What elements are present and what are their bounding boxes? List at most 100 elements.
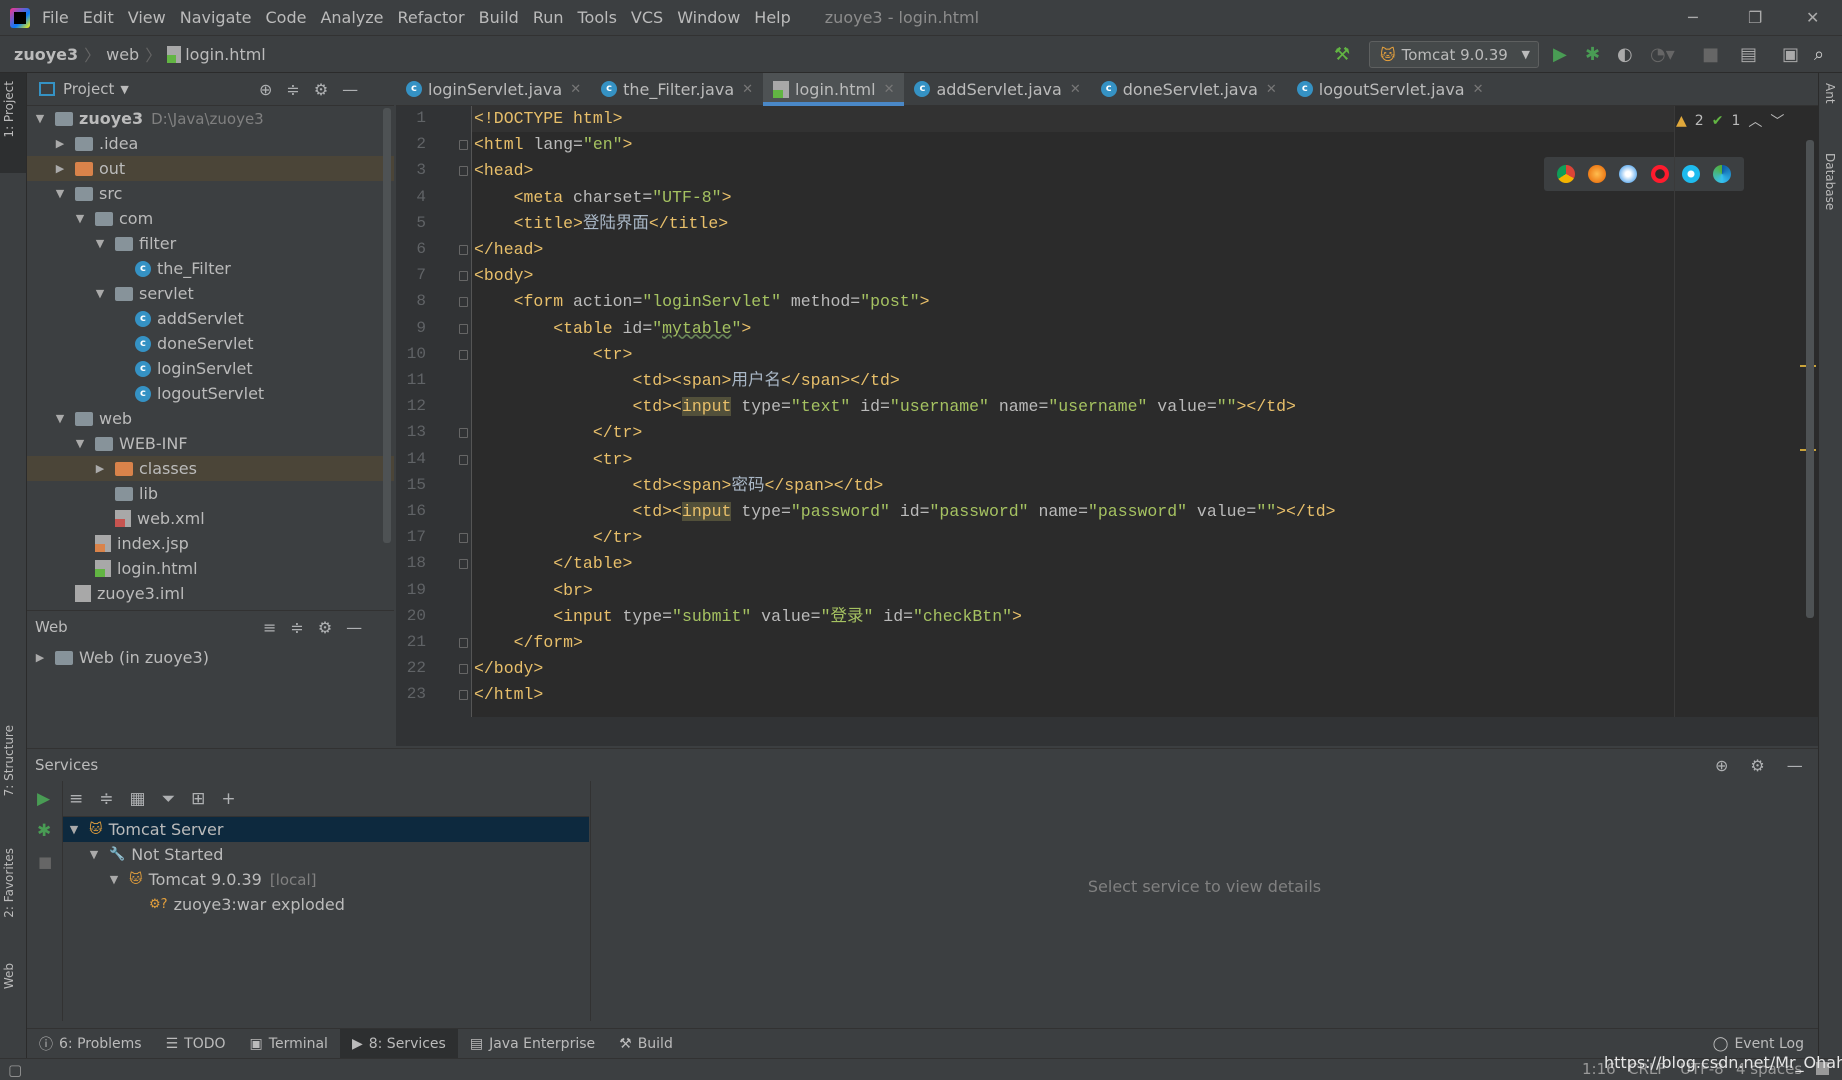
fold-marker-icon[interactable] (459, 166, 468, 177)
hide-icon[interactable]: — (342, 80, 358, 99)
tree-item[interactable]: ▼ com (27, 206, 394, 231)
close-tab-icon[interactable]: ✕ (570, 82, 581, 97)
chrome-icon[interactable] (1556, 165, 1575, 183)
bottom-tab[interactable]: ☰ TODO (154, 1029, 238, 1059)
event-log-button[interactable]: ◯ Event Log (1713, 1036, 1804, 1052)
group-by-icon[interactable]: ▦ (130, 789, 146, 809)
breadcrumb-file[interactable]: login.html (185, 45, 266, 64)
service-item[interactable]: ▼ 🔧 Not Started (63, 842, 589, 867)
tree-item[interactable]: ▶ out (27, 156, 394, 181)
editor-tab[interactable]: c loginServlet.java ✕ (396, 73, 591, 105)
safari-icon[interactable] (1619, 165, 1638, 183)
collapse-all-icon[interactable]: ≑ (290, 618, 303, 637)
menu-view[interactable]: View (128, 8, 166, 27)
menu-help[interactable]: Help (754, 8, 790, 27)
menu-analyze[interactable]: Analyze (320, 8, 383, 27)
tool-tab-structure[interactable]: 7: Structure (2, 725, 16, 796)
search-icon[interactable]: ⌕ (1814, 44, 1824, 65)
menu-refactor[interactable]: Refactor (398, 8, 465, 27)
tree-item[interactable]: lib (27, 481, 394, 506)
next-highlight-icon[interactable]: ﹀ (1770, 111, 1784, 131)
locate-icon[interactable]: ⊕ (1715, 756, 1728, 775)
coverage-icon[interactable]: ◐ (1617, 44, 1633, 65)
breadcrumb-project[interactable]: zuoye3 (14, 45, 78, 64)
run-configuration-select[interactable]: 🐱 Tomcat 9.0.39 ▼ (1369, 41, 1539, 68)
locate-icon[interactable]: ⊕ (259, 80, 272, 99)
editor-tab[interactable]: c logoutServlet.java ✕ (1287, 73, 1494, 105)
fold-marker-icon[interactable] (459, 297, 468, 308)
close-tab-icon[interactable]: ✕ (742, 82, 753, 97)
menu-tools[interactable]: Tools (578, 8, 617, 27)
tree-item[interactable]: c addServlet (27, 306, 394, 331)
close-tab-icon[interactable]: ✕ (1266, 82, 1277, 97)
tool-tab-database[interactable]: Database (1823, 153, 1837, 210)
tree-item[interactable]: ▼ servlet (27, 281, 394, 306)
restore-button[interactable]: ❐ (1748, 8, 1762, 27)
edge-icon[interactable] (1713, 165, 1732, 183)
toggle-tool-windows-icon[interactable]: ▢ (8, 1061, 22, 1079)
menu-edit[interactable]: Edit (83, 8, 114, 27)
tree-item[interactable]: login.html (27, 556, 394, 581)
tree-item[interactable]: c logoutServlet (27, 381, 394, 406)
tree-item[interactable]: ▶ classes (27, 456, 394, 481)
tree-item[interactable]: index.jsp (27, 531, 394, 556)
add-service-icon[interactable]: + (221, 789, 235, 809)
build-hammer-icon[interactable]: ⚒ (1334, 44, 1350, 65)
menu-window[interactable]: Window (677, 8, 740, 27)
tool-tab-ant[interactable]: Ant (1823, 83, 1837, 104)
tree-item[interactable]: c the_Filter (27, 256, 394, 281)
filter-icon[interactable]: ⏷ (162, 789, 176, 809)
fold-marker-icon[interactable] (459, 690, 468, 701)
tree-item[interactable]: web.xml (27, 506, 394, 531)
ie-icon[interactable] (1681, 165, 1700, 183)
gear-icon[interactable]: ⚙ (318, 618, 332, 637)
tree-item[interactable]: zuoye3.iml (27, 581, 394, 606)
menu-file[interactable]: File (42, 8, 69, 27)
menu-vcs[interactable]: VCS (631, 8, 663, 27)
fold-marker-icon[interactable] (459, 664, 468, 675)
project-view-selector[interactable]: Project (63, 80, 114, 98)
tree-item[interactable]: ▼ zuoye3 D:\Java\zuoye3 (27, 106, 394, 131)
menu-navigate[interactable]: Navigate (180, 8, 252, 27)
fold-marker-icon[interactable] (459, 533, 468, 544)
fold-marker-icon[interactable] (459, 323, 468, 334)
breadcrumb-folder[interactable]: web (106, 45, 139, 64)
minimize-button[interactable]: ─ (1688, 8, 1698, 27)
close-tab-icon[interactable]: ✕ (1473, 82, 1484, 97)
menu-build[interactable]: Build (479, 8, 519, 27)
bottom-tab[interactable]: ⓘ 6: Problems (27, 1029, 154, 1059)
expand-all-icon[interactable]: ≡ (263, 618, 276, 637)
bottom-tab[interactable]: ▶ 8: Services (339, 1028, 458, 1059)
fold-marker-icon[interactable] (459, 559, 468, 570)
fold-marker-icon[interactable] (459, 271, 468, 282)
menu-run[interactable]: Run (533, 8, 564, 27)
hide-icon[interactable]: — (1787, 756, 1803, 775)
tool-tab-web[interactable]: Web (2, 963, 16, 989)
opera-icon[interactable] (1650, 165, 1669, 183)
terminal-window-icon[interactable]: ▣ (1782, 44, 1799, 65)
chevron-down-icon[interactable]: ▼ (120, 83, 128, 96)
run-icon[interactable]: ▶ (1553, 44, 1567, 65)
collapse-all-icon[interactable]: ≑ (99, 789, 113, 809)
tree-item[interactable]: ▼ WEB-INF (27, 431, 394, 456)
tool-tab-favorites[interactable]: 2: Favorites (2, 848, 16, 918)
stop-icon[interactable]: ■ (1702, 44, 1719, 65)
fold-marker-icon[interactable] (459, 245, 468, 255)
tree-item[interactable]: ▼ filter (27, 231, 394, 256)
fold-marker-icon[interactable] (459, 140, 468, 151)
tree-item[interactable]: ▼ src (27, 181, 394, 206)
hide-icon[interactable]: — (346, 618, 362, 637)
editor-tab[interactable]: login.html ✕ (763, 73, 905, 106)
firefox-icon[interactable] (1587, 165, 1606, 183)
tree-item[interactable]: ▶ .idea (27, 131, 394, 156)
fold-marker-icon[interactable] (459, 428, 468, 439)
editor-tab[interactable]: c the_Filter.java ✕ (591, 73, 763, 105)
project-structure-icon[interactable]: ▤ (1740, 44, 1757, 65)
service-item[interactable]: ⚙? zuoye3:war exploded (63, 892, 589, 917)
menu-code[interactable]: Code (266, 8, 307, 27)
debug-icon[interactable]: ✱ (37, 821, 51, 841)
tree-item[interactable]: ▼ web (27, 406, 394, 431)
close-tab-icon[interactable]: ✕ (884, 82, 895, 97)
expand-all-icon[interactable]: ≡ (69, 789, 83, 809)
debug-icon[interactable]: ✱ (1585, 44, 1600, 65)
